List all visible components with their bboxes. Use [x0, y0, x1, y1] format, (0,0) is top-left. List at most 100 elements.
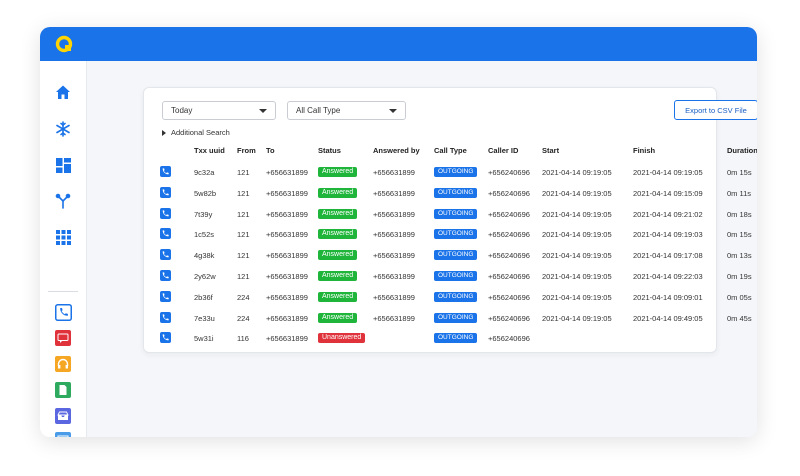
grid-icon[interactable]	[54, 228, 72, 246]
cell-caller-id: +656240696	[488, 272, 530, 281]
status-badge: Unanswered	[318, 333, 366, 344]
cell-to: +656631899	[266, 292, 308, 302]
chevron-down-icon	[259, 108, 267, 113]
additional-search-toggle[interactable]: Additional Search	[162, 128, 230, 137]
main-content: Today All Call Type Export to CSV File A…	[87, 61, 757, 437]
cell-finish: 2021-04-14 09:21:02	[633, 209, 703, 219]
cell-to: +656631899	[266, 272, 308, 281]
table-row[interactable]: 5w82b 121 +656631899 +656631899 +656240696 20…	[144, 183, 751, 203]
phone-icon[interactable]	[160, 332, 171, 344]
call-type-badge: OUTGOING	[434, 208, 478, 219]
status-badge: Answered	[318, 291, 358, 302]
cell-duration: 0m 18s	[727, 209, 752, 219]
document-icon[interactable]	[54, 381, 72, 399]
cell-answered-by: +656631899	[373, 272, 415, 281]
cell-uuid: 4g38k	[194, 251, 215, 261]
cell-caller-id: +656240696	[488, 168, 530, 177]
cell-caller-id: +656240696	[488, 251, 530, 261]
call-type-badge: OUTGOING	[434, 167, 478, 177]
table-row[interactable]: 7t39y 121 +656631899 +656631899 +656240696 20…	[144, 204, 752, 224]
column-header[interactable]: Finish	[633, 146, 655, 155]
cell-uuid: 2b36f	[194, 292, 213, 302]
table-row[interactable]: 1c52s 121 +656631899 +656631899 +656240696 20…	[144, 224, 752, 244]
call-type-badge: OUTGOING	[434, 271, 478, 281]
export-csv-button[interactable]: Export to CSV File	[674, 100, 757, 120]
cell-duration: 0m 19s	[727, 272, 752, 281]
column-header[interactable]: Start	[542, 146, 559, 155]
cell-start: 2021-04-14 09:19:05	[542, 168, 612, 177]
cell-uuid: 7t39y	[194, 209, 213, 219]
cell-to: +656631899	[266, 209, 308, 219]
headset-icon[interactable]	[54, 355, 72, 373]
table-row[interactable]: 2b36f 224 +656631899 +656631899 +656240696 20…	[144, 287, 752, 307]
cell-duration: 0m 15s	[727, 168, 752, 177]
cell-uuid: 5w82b	[194, 188, 217, 198]
column-header[interactable]: To	[266, 146, 275, 155]
cell-finish: 2021-04-14 09:19:05	[633, 168, 703, 177]
phone-icon[interactable]	[160, 186, 171, 198]
cell-caller-id: +656240696	[488, 188, 530, 198]
cell-uuid: 9c32a	[194, 168, 215, 177]
cell-finish: 2021-04-14 09:15:09	[633, 188, 703, 198]
branch-icon[interactable]	[54, 192, 72, 210]
cell-finish: 2021-04-14 09:09:01	[633, 292, 703, 302]
table-row[interactable]: 5w31i 116 +656631899 +656240696 Unanswered OU…	[144, 328, 716, 348]
dashboard-icon[interactable]	[54, 156, 72, 174]
chevron-down-icon	[389, 108, 397, 113]
column-header[interactable]: Status	[318, 146, 341, 155]
cell-duration: 0m 45s	[727, 313, 752, 323]
date-filter-dropdown[interactable]: Today	[162, 101, 276, 120]
cell-answered-by: +656631899	[373, 188, 415, 198]
call-type-badge: OUTGOING	[434, 187, 478, 198]
cell-from: 224	[237, 292, 250, 302]
column-header[interactable]: Call Type	[434, 146, 467, 155]
snowflake-icon[interactable]	[54, 120, 72, 138]
cell-from: 224	[237, 313, 250, 323]
cell-finish: 2021-04-14 09:17:08	[633, 251, 703, 261]
cell-to: +656631899	[266, 313, 308, 323]
column-header[interactable]: From	[237, 146, 256, 155]
phone-icon[interactable]	[160, 311, 171, 323]
table-row[interactable]: 2y62w 121 +656631899 +656631899 +656240696 20…	[144, 266, 752, 286]
date-filter-value: Today	[171, 106, 193, 115]
cell-from: 121	[237, 251, 250, 261]
cell-start: 2021-04-14 09:19:05	[542, 292, 612, 302]
cell-answered-by: +656631899	[373, 209, 415, 219]
call-type-dropdown[interactable]: All Call Type	[287, 101, 406, 120]
phone-icon[interactable]	[160, 166, 171, 177]
status-badge: Answered	[318, 312, 358, 323]
app-logo[interactable]	[55, 35, 73, 53]
inbox-icon[interactable]	[54, 407, 72, 425]
cell-to: +656631899	[266, 251, 308, 261]
sms-icon[interactable]	[54, 329, 72, 347]
home-icon[interactable]	[54, 83, 72, 101]
column-header[interactable]: Answered by	[373, 146, 420, 155]
phone-icon[interactable]	[160, 249, 171, 261]
cell-finish: 2021-04-14 09:22:03	[633, 272, 703, 281]
cell-from: 116	[237, 334, 249, 344]
status-badge: Answered	[318, 250, 358, 261]
column-header[interactable]: Caller ID	[488, 146, 518, 155]
cell-from: 121	[237, 168, 250, 177]
phone-icon[interactable]	[160, 228, 171, 240]
cell-to: +656631899	[266, 168, 308, 177]
cell-from: 121	[237, 188, 250, 198]
cell-from: 121	[237, 230, 250, 240]
column-header[interactable]: Txx uuid	[194, 146, 225, 155]
phone-icon[interactable]	[160, 207, 171, 219]
phone-icon[interactable]	[160, 290, 171, 302]
cell-from: 121	[237, 209, 250, 219]
phone-icon[interactable]	[54, 303, 72, 321]
table-row[interactable]: 4g38k 121 +656631899 +656631899 +656240696 20…	[144, 245, 752, 265]
phone-icon[interactable]	[160, 270, 171, 281]
cell-caller-id: +656240696	[488, 313, 530, 323]
cell-answered-by: +656631899	[373, 168, 415, 177]
cell-uuid: 2y62w	[194, 272, 216, 281]
table-row[interactable]: 9c32a 121 +656631899 +656631899 +656240696 20…	[144, 162, 752, 182]
image-icon[interactable]	[54, 431, 72, 437]
column-header[interactable]: Duration	[727, 146, 757, 155]
cell-start: 2021-04-14 09:19:05	[542, 188, 612, 198]
table-row[interactable]: 7e33u 224 +656631899 +656631899 +656240696 20…	[144, 308, 752, 328]
cell-duration: 0m 13s	[727, 251, 752, 261]
cell-start: 2021-04-14 09:19:05	[542, 209, 612, 219]
